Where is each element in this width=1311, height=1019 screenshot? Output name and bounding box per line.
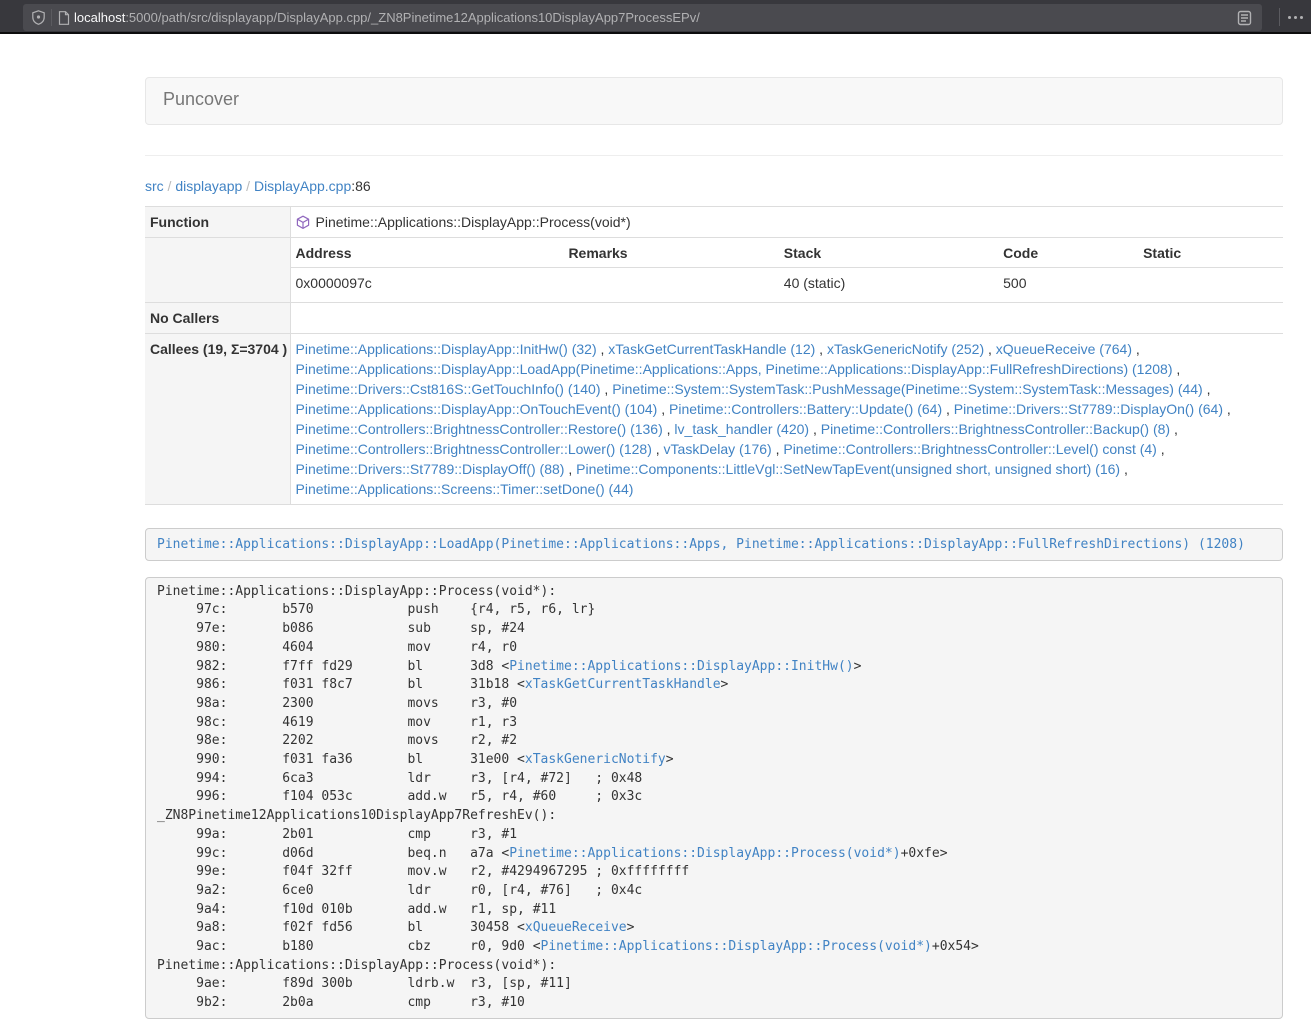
callee-separator: ,	[657, 401, 669, 417]
callee-separator: ,	[809, 421, 821, 437]
details-value-cell: 40 (static)	[779, 268, 998, 299]
symbol-cube-icon	[296, 215, 310, 230]
callee-link[interactable]: Pinetime::System::SystemTask::PushMessag…	[612, 381, 1203, 397]
callers-label: No Callers	[145, 303, 290, 334]
url-text[interactable]: localhost:5000/path/src/displayapp/Displ…	[74, 10, 1237, 25]
callee-separator: ,	[1157, 441, 1165, 457]
menu-icon[interactable]	[1288, 16, 1303, 19]
callee-link[interactable]: lv_task_handler (420)	[674, 421, 809, 437]
breadcrumb-line-number: :86	[351, 178, 370, 194]
breadcrumb-separator: /	[164, 178, 176, 194]
callee-link[interactable]: Pinetime::Applications::Screens::Timer::…	[296, 481, 634, 497]
assembly-symbol-link[interactable]: Pinetime::Applications::DisplayApp::Proc…	[509, 846, 900, 861]
reader-mode-icon[interactable]	[1237, 10, 1252, 26]
callee-link[interactable]: xTaskGetCurrentTaskHandle (12)	[608, 341, 815, 357]
details-value-row: 0x0000097c 40 (static)500	[291, 268, 1284, 299]
details-column-header: Static	[1138, 238, 1283, 268]
callee-link[interactable]: Pinetime::Drivers::St7789::DisplayOff() …	[296, 461, 565, 477]
page-content: Puncover src / displayapp / DisplayApp.c…	[145, 77, 1283, 1019]
callee-separator: ,	[663, 421, 675, 437]
callee-link[interactable]: Pinetime::Applications::DisplayApp::Load…	[296, 361, 1173, 377]
breadcrumb-link[interactable]: src	[145, 178, 164, 194]
callee-separator: ,	[984, 341, 996, 357]
details-value-cell	[1138, 268, 1283, 299]
details-column-header: Code	[998, 238, 1138, 268]
details-value-cell: 500	[998, 268, 1138, 299]
callee-separator: ,	[942, 401, 954, 417]
url-path: :5000/path/src/displayapp/DisplayApp.cpp…	[125, 10, 700, 25]
highlighted-callee-box: Pinetime::Applications::DisplayApp::Load…	[145, 528, 1283, 561]
callee-separator: ,	[1132, 341, 1140, 357]
callees-row: Callees (19, Σ=3704 ) Pinetime::Applicat…	[145, 334, 1283, 505]
disassembly-block: Pinetime::Applications::DisplayApp::Proc…	[145, 577, 1283, 1019]
urlbar-divider	[51, 9, 52, 26]
callee-separator: ,	[772, 441, 784, 457]
callees-list: Pinetime::Applications::DisplayApp::Init…	[290, 334, 1283, 505]
callee-link[interactable]: Pinetime::Components::LittleVgl::SetNewT…	[576, 461, 1120, 477]
callees-label: Callees (19, Σ=3704 )	[145, 334, 290, 505]
brand-link[interactable]: Puncover	[163, 89, 239, 109]
url-host: localhost	[74, 10, 125, 25]
browser-toolbar: localhost:5000/path/src/displayapp/Displ…	[0, 0, 1311, 34]
callee-link[interactable]: Pinetime::Drivers::Cst816S::GetTouchInfo…	[296, 381, 601, 397]
callee-separator: ,	[601, 381, 613, 397]
callee-link[interactable]: Pinetime::Controllers::BrightnessControl…	[296, 421, 663, 437]
function-label: Function	[145, 207, 290, 238]
breadcrumb-separator: /	[242, 178, 254, 194]
page-icon[interactable]	[58, 11, 70, 25]
assembly-symbol-link[interactable]: Pinetime::Applications::DisplayApp::Proc…	[541, 939, 932, 954]
details-column-header: Address	[291, 238, 564, 268]
breadcrumb: src / displayapp / DisplayApp.cpp:86	[145, 176, 1283, 196]
callee-separator: ,	[652, 441, 664, 457]
url-bar[interactable]: localhost:5000/path/src/displayapp/Displ…	[23, 4, 1262, 31]
callee-link[interactable]: Pinetime::Drivers::St7789::DisplayOn() (…	[954, 401, 1223, 417]
callee-separator: ,	[1170, 421, 1178, 437]
assembly-symbol-link[interactable]: xQueueReceive	[525, 920, 627, 935]
callers-row: No Callers	[145, 303, 1283, 334]
callee-link[interactable]: Pinetime::Applications::DisplayApp::Init…	[296, 341, 597, 357]
function-row: Function Pinetime::Applications::Display…	[145, 207, 1283, 238]
function-table: Function Pinetime::Applications::Display…	[145, 206, 1283, 505]
callee-link[interactable]: Pinetime::Controllers::BrightnessControl…	[821, 421, 1170, 437]
callee-link[interactable]: xQueueReceive (764)	[996, 341, 1132, 357]
assembly-symbol-link[interactable]: xTaskGetCurrentTaskHandle	[525, 677, 721, 692]
callee-separator: ,	[1120, 461, 1128, 477]
details-header-row: AddressRemarksStackCodeStatic	[291, 238, 1284, 268]
assembly-symbol-link[interactable]: Pinetime::Applications::DisplayApp::Init…	[509, 659, 853, 674]
callee-link[interactable]: Pinetime::Controllers::Battery::Update()…	[669, 401, 942, 417]
details-value-cell	[563, 268, 778, 299]
function-details-row: AddressRemarksStackCodeStatic 0x0000097c…	[145, 238, 1283, 303]
callee-link[interactable]: Pinetime::Controllers::BrightnessControl…	[296, 441, 652, 457]
breadcrumb-link[interactable]: DisplayApp.cpp	[254, 178, 351, 194]
shield-icon[interactable]	[32, 10, 45, 25]
callee-link[interactable]: Pinetime::Controllers::BrightnessControl…	[783, 441, 1156, 457]
callee-separator: ,	[1172, 361, 1180, 377]
callee-link[interactable]: xTaskGenericNotify (252)	[827, 341, 984, 357]
callee-separator: ,	[815, 341, 827, 357]
callee-separator: ,	[1203, 381, 1211, 397]
toolbar-divider	[1279, 8, 1280, 26]
function-details-table: AddressRemarksStackCodeStatic 0x0000097c…	[291, 238, 1284, 298]
symbol-name: Pinetime::Applications::DisplayApp::Proc…	[316, 212, 631, 232]
breadcrumb-link[interactable]: displayapp	[175, 178, 242, 194]
highlighted-callee-link[interactable]: Pinetime::Applications::DisplayApp::Load…	[157, 537, 1245, 552]
details-value-cell: 0x0000097c	[291, 268, 564, 299]
assembly-symbol-link[interactable]: xTaskGenericNotify	[525, 752, 666, 767]
callee-separator: ,	[564, 461, 576, 477]
brand-panel: Puncover	[145, 77, 1283, 125]
callee-separator: ,	[1223, 401, 1231, 417]
callee-separator: ,	[597, 341, 609, 357]
callee-link[interactable]: vTaskDelay (176)	[664, 441, 772, 457]
details-column-header: Stack	[779, 238, 998, 268]
callee-link[interactable]: Pinetime::Applications::DisplayApp::OnTo…	[296, 401, 658, 417]
details-column-header: Remarks	[563, 238, 778, 268]
divider	[145, 155, 1283, 156]
